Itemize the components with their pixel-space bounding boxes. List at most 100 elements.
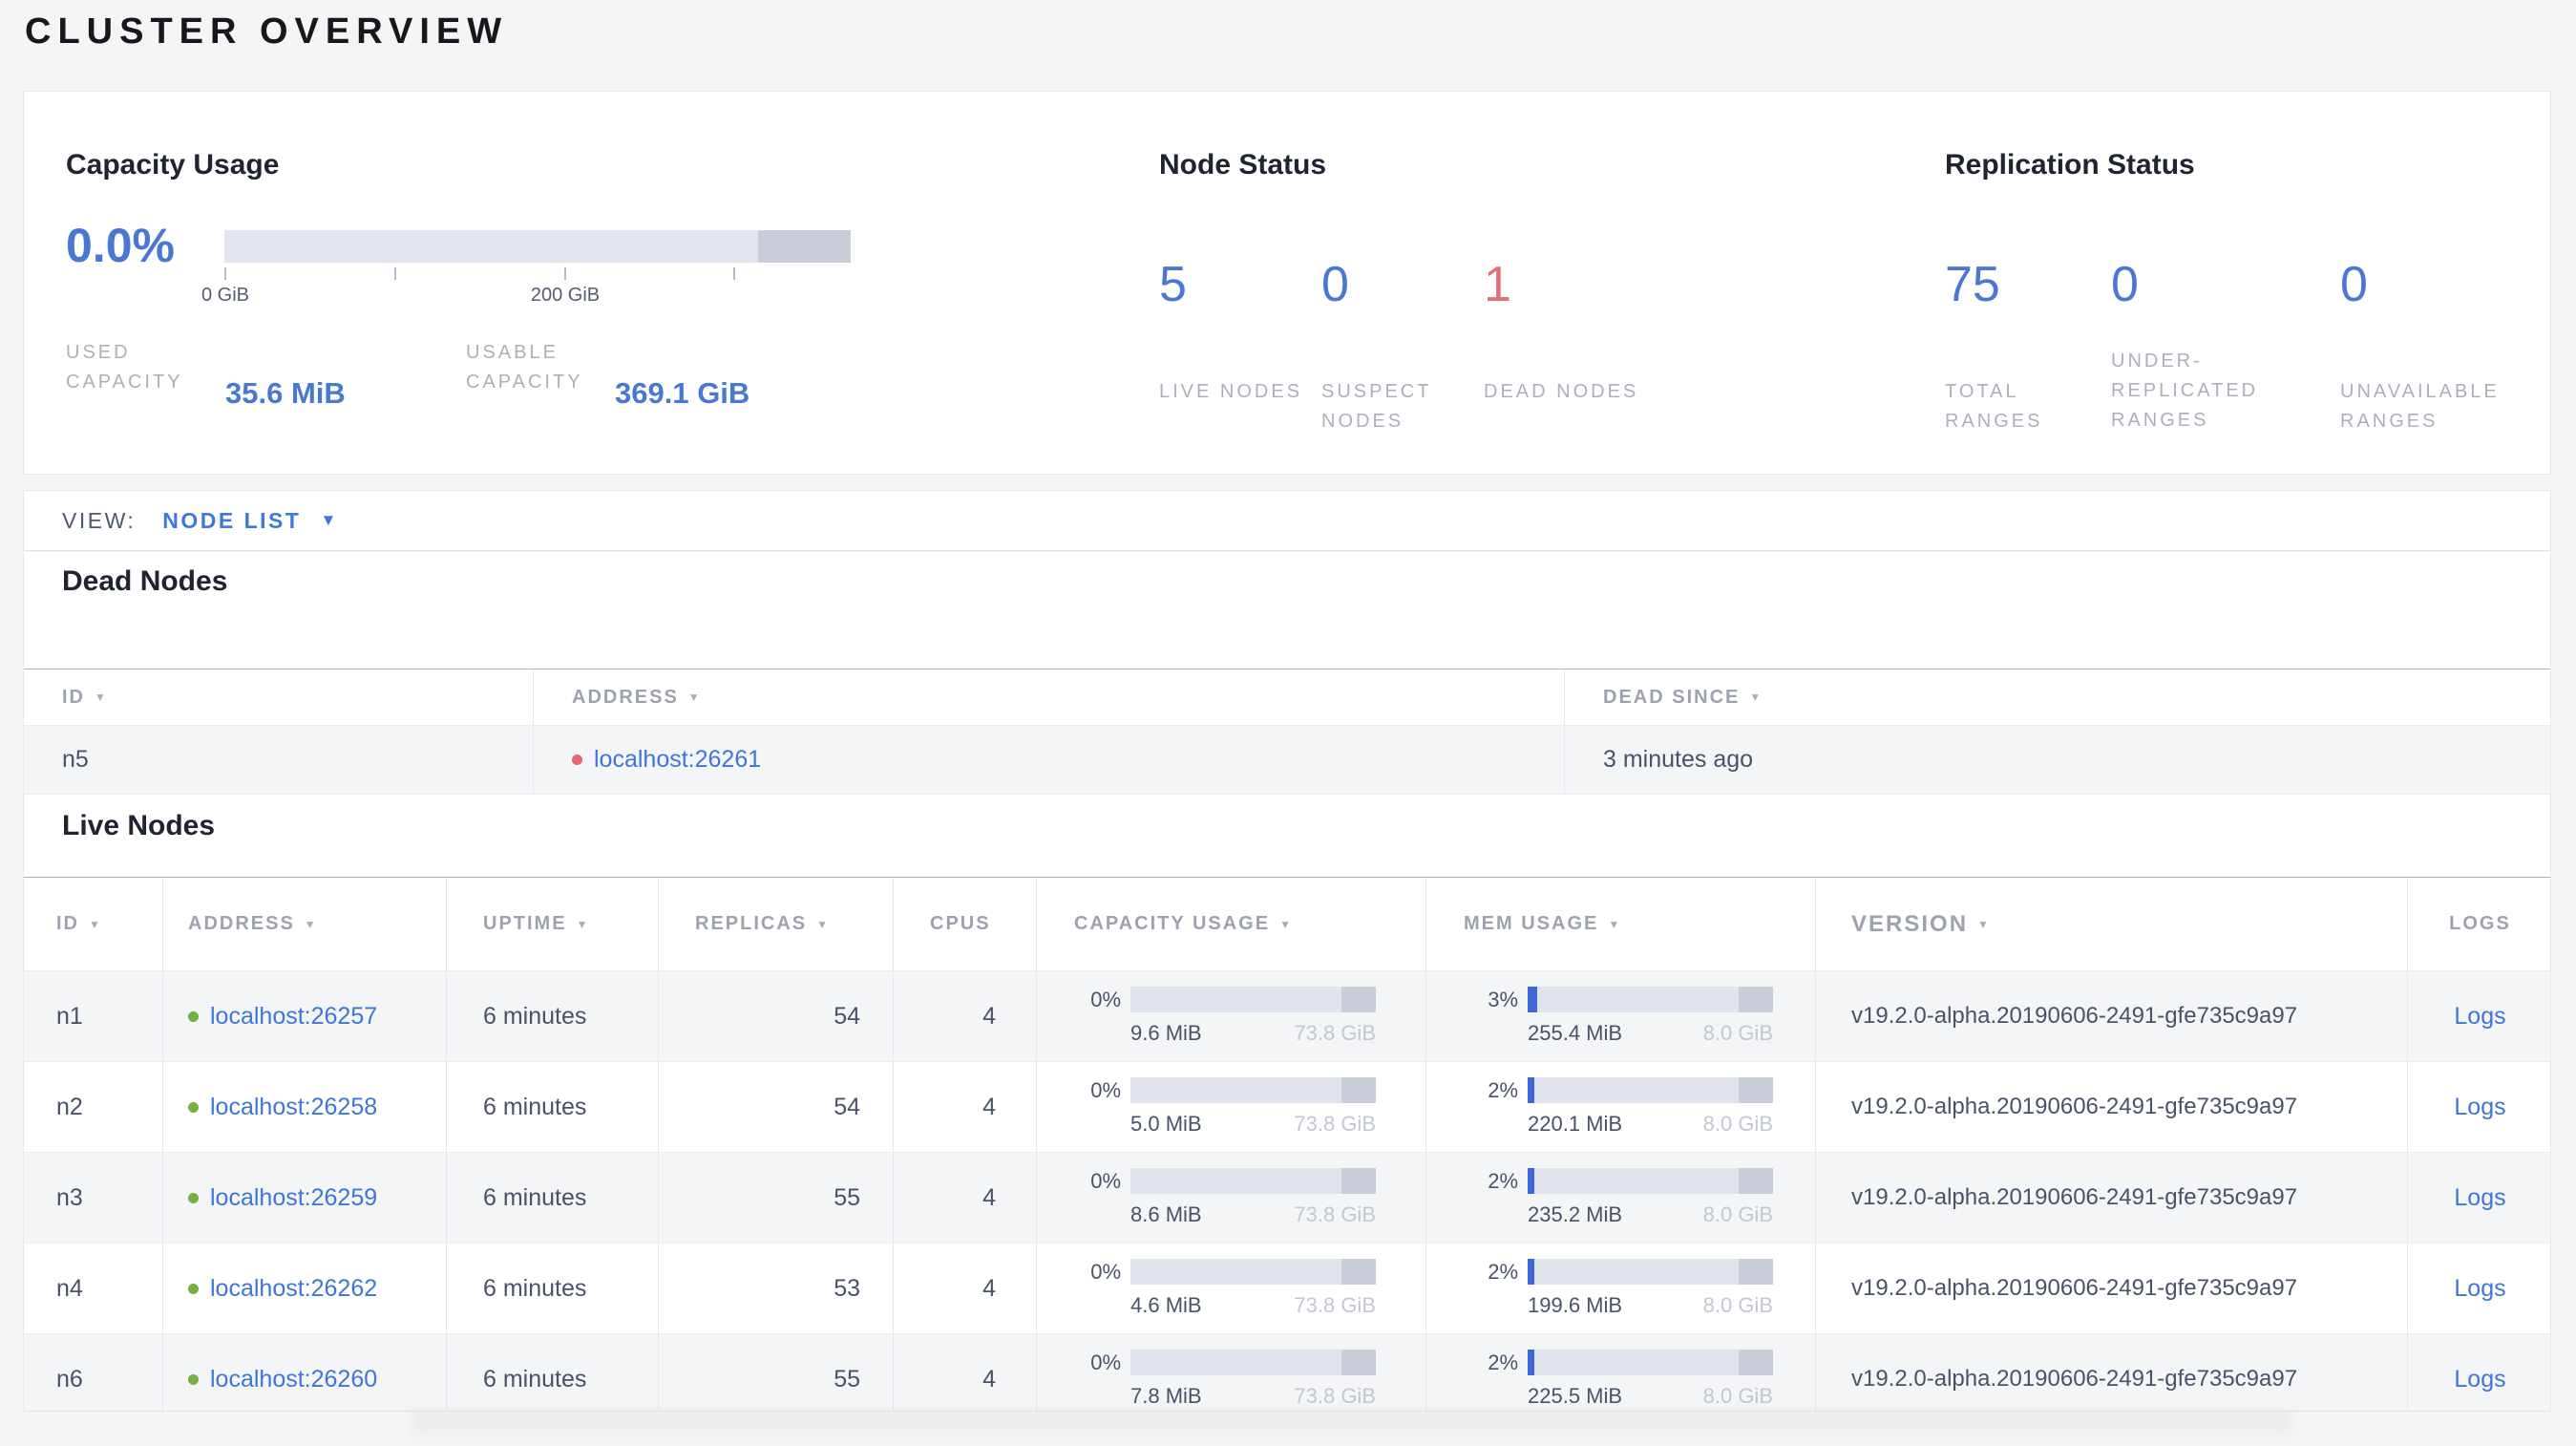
mem-percent-label: 2% bbox=[1488, 1259, 1518, 1284]
live-node-capacity-cell: 0% 4.6 MiB 73.8 GiB bbox=[1037, 1244, 1426, 1333]
live-node-version: v19.2.0-alpha.20190606-2491-gfe735c9a97 bbox=[1816, 1153, 2408, 1243]
view-dropdown[interactable]: NODE LIST bbox=[162, 508, 301, 534]
mem-total-value: 8.0 GiB bbox=[1702, 1293, 1773, 1317]
mem-usage-mini-chart: 2% 220.1 MiB 8.0 GiB bbox=[1432, 1077, 1773, 1137]
dead-col-address-header[interactable]: ADDRESS ▼ bbox=[534, 670, 1565, 725]
chevron-down-icon[interactable]: ▼ bbox=[320, 511, 336, 530]
live-nodes-heading: Live Nodes bbox=[62, 810, 216, 841]
live-col-mem-header[interactable]: MEM USAGE ▼ bbox=[1426, 878, 1816, 970]
under-replicated-label: UNDER-REPLICATED RANGES bbox=[2111, 351, 2259, 431]
capacity-usage-mini-chart: 0% 8.6 MiB 73.8 GiB bbox=[1037, 1168, 1376, 1227]
live-node-id: n2 bbox=[24, 1062, 163, 1152]
live-node-row: n4 localhost:26262 6 minutes 53 4 0% 4.6… bbox=[24, 1244, 2550, 1334]
dead-node-id: n5 bbox=[24, 726, 534, 794]
bottom-shadow bbox=[411, 1412, 2291, 1446]
live-node-address-link[interactable]: localhost:26259 bbox=[210, 1184, 377, 1212]
live-col-id-header[interactable]: ID ▼ bbox=[24, 878, 163, 970]
sort-desc-icon: ▼ bbox=[1279, 917, 1293, 931]
live-node-version: v19.2.0-alpha.20190606-2491-gfe735c9a97 bbox=[1816, 1244, 2408, 1333]
usable-capacity-value: 369.1 GiB bbox=[615, 376, 750, 410]
suspect-nodes-label: SUSPECT NODES bbox=[1321, 381, 1432, 432]
live-node-mem-cell: 2% 220.1 MiB 8.0 GiB bbox=[1426, 1062, 1816, 1152]
live-col-cpus-header[interactable]: CPUS bbox=[894, 878, 1037, 970]
used-capacity-value: 35.6 MiB bbox=[225, 376, 346, 410]
cluster-overview-card: Capacity Usage 0.0% 0 GiB 200 GiB USED C… bbox=[23, 91, 2551, 475]
capacity-bar-dark-segment bbox=[757, 230, 851, 263]
logs-link[interactable]: Logs bbox=[2454, 1184, 2505, 1212]
live-node-cpus: 4 bbox=[894, 1244, 1037, 1333]
live-status-dot-icon bbox=[188, 1192, 199, 1203]
live-node-logs-cell: Logs bbox=[2408, 1062, 2550, 1152]
live-node-address-cell: localhost:26258 bbox=[163, 1062, 447, 1152]
live-col-uptime-header[interactable]: UPTIME ▼ bbox=[447, 878, 659, 970]
live-node-mem-cell: 2% 225.5 MiB 8.0 GiB bbox=[1426, 1334, 1816, 1411]
dead-col-dead-since-header[interactable]: DEAD SINCE ▼ bbox=[1565, 670, 2550, 725]
logs-link[interactable]: Logs bbox=[2454, 1275, 2505, 1303]
live-node-replicas: 53 bbox=[659, 1244, 894, 1333]
sort-desc-icon: ▼ bbox=[1749, 691, 1763, 704]
live-node-replicas: 54 bbox=[659, 1062, 894, 1152]
live-node-replicas: 55 bbox=[659, 1334, 894, 1411]
capacity-total-value: 73.8 GiB bbox=[1294, 1384, 1376, 1408]
mem-bar-fill bbox=[1528, 1077, 1534, 1103]
capacity-used-value: 8.6 MiB bbox=[1130, 1202, 1202, 1226]
axis-tick bbox=[394, 267, 396, 280]
live-node-id: n6 bbox=[24, 1334, 163, 1411]
live-nodes-table: ID ▼ ADDRESS ▼ UPTIME ▼ REPLICAS ▼ CPUS CAPA… bbox=[24, 877, 2550, 1411]
capacity-total-value: 73.8 GiB bbox=[1294, 1202, 1376, 1226]
capacity-usage-mini-chart: 0% 9.6 MiB 73.8 GiB bbox=[1037, 987, 1376, 1046]
dead-node-address-link[interactable]: localhost:26261 bbox=[594, 746, 761, 774]
mem-used-value: 199.6 MiB bbox=[1528, 1293, 1623, 1317]
live-status-dot-icon bbox=[188, 1010, 199, 1022]
unavailable-ranges-label: UNAVAILABLE RANGES bbox=[2340, 381, 2500, 432]
live-node-address-cell: localhost:26260 bbox=[163, 1334, 447, 1411]
logs-link[interactable]: Logs bbox=[2454, 1094, 2505, 1121]
capacity-percent: 0.0% bbox=[66, 219, 175, 272]
mem-bar-dark-segment bbox=[1739, 987, 1773, 1012]
node-status-title: Node Status bbox=[1159, 149, 1327, 181]
total-ranges-count: 75 bbox=[1945, 257, 2000, 312]
mem-used-value: 220.1 MiB bbox=[1528, 1112, 1623, 1136]
sort-desc-icon: ▼ bbox=[95, 691, 108, 704]
live-node-address-link[interactable]: localhost:26260 bbox=[210, 1366, 377, 1393]
capacity-usage-mini-chart: 0% 5.0 MiB 73.8 GiB bbox=[1037, 1077, 1376, 1137]
mem-bar-dark-segment bbox=[1739, 1259, 1773, 1285]
capacity-bar-chart bbox=[224, 230, 851, 263]
live-node-address-link[interactable]: localhost:26258 bbox=[210, 1094, 377, 1121]
live-node-id: n4 bbox=[24, 1244, 163, 1333]
sort-desc-icon: ▼ bbox=[304, 917, 318, 931]
live-node-address-cell: localhost:26259 bbox=[163, 1153, 447, 1243]
view-selector-bar: VIEW: NODE LIST ▼ bbox=[23, 490, 2551, 551]
live-col-replicas-header[interactable]: REPLICAS ▼ bbox=[659, 878, 894, 970]
capacity-total-value: 73.8 GiB bbox=[1294, 1293, 1376, 1317]
logs-link[interactable]: Logs bbox=[2454, 1366, 2505, 1393]
live-node-row: n6 localhost:26260 6 minutes 55 4 0% 7.8… bbox=[24, 1334, 2550, 1411]
live-node-address-link[interactable]: localhost:26262 bbox=[210, 1275, 377, 1303]
capacity-mini-bar bbox=[1130, 1077, 1376, 1103]
dead-col-id-header[interactable]: ID ▼ bbox=[24, 670, 534, 725]
mem-percent-label: 2% bbox=[1488, 1168, 1518, 1193]
live-node-logs-cell: Logs bbox=[2408, 971, 2550, 1061]
logs-link[interactable]: Logs bbox=[2454, 1003, 2505, 1031]
capacity-bar-dark-segment bbox=[1341, 1350, 1376, 1375]
dead-nodes-table: ID ▼ ADDRESS ▼ DEAD SINCE ▼ n5 localhost:26… bbox=[24, 669, 2550, 795]
live-col-version-header[interactable]: VERSION ▼ bbox=[1816, 878, 2408, 970]
capacity-usage-mini-chart: 0% 4.6 MiB 73.8 GiB bbox=[1037, 1259, 1376, 1318]
live-col-capacity-header[interactable]: CAPACITY USAGE ▼ bbox=[1037, 878, 1426, 970]
mem-total-value: 8.0 GiB bbox=[1702, 1202, 1773, 1226]
live-node-row: n3 localhost:26259 6 minutes 55 4 0% 8.6… bbox=[24, 1153, 2550, 1244]
live-node-cpus: 4 bbox=[894, 1334, 1037, 1411]
live-node-version: v19.2.0-alpha.20190606-2491-gfe735c9a97 bbox=[1816, 1062, 2408, 1152]
live-node-uptime: 6 minutes bbox=[447, 1062, 659, 1152]
capacity-percent-label: 0% bbox=[1090, 1168, 1121, 1193]
capacity-total-value: 73.8 GiB bbox=[1294, 1021, 1376, 1045]
sort-desc-icon: ▼ bbox=[816, 917, 831, 931]
live-node-mem-cell: 2% 235.2 MiB 8.0 GiB bbox=[1426, 1153, 1816, 1243]
under-replicated-count: 0 bbox=[2111, 257, 2139, 312]
axis-tick bbox=[564, 267, 566, 280]
live-node-capacity-cell: 0% 5.0 MiB 73.8 GiB bbox=[1037, 1062, 1426, 1152]
live-nodes-count: 5 bbox=[1159, 257, 1187, 312]
live-node-address-link[interactable]: localhost:26257 bbox=[210, 1003, 377, 1031]
live-node-cpus: 4 bbox=[894, 1062, 1037, 1152]
live-col-address-header[interactable]: ADDRESS ▼ bbox=[163, 878, 447, 970]
